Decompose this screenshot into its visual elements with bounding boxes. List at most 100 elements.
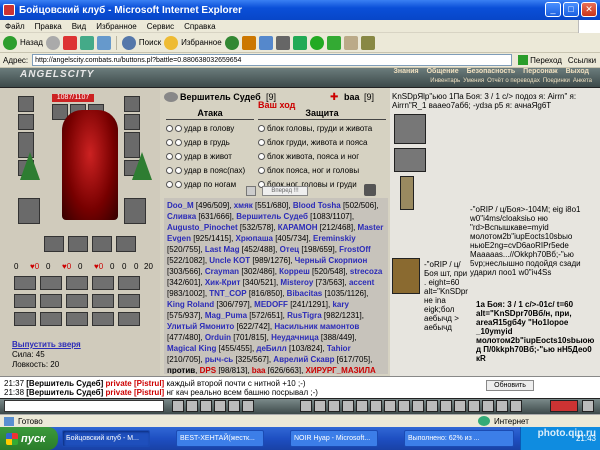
boots-slot-icon[interactable] <box>124 198 146 224</box>
defense-option[interactable]: блок головы, груди и живота <box>258 124 372 133</box>
favorites-button-label[interactable]: Избранное <box>181 38 222 47</box>
game-tool-icon[interactable] <box>440 400 452 412</box>
player-entry[interactable]: TNT_COP <box>209 289 246 298</box>
player-entry[interactable]: Неудачница <box>271 333 319 342</box>
search-button-label[interactable]: Поиск <box>139 38 161 47</box>
player-entry[interactable]: MEDOFF <box>254 300 288 309</box>
address-input[interactable]: http://angelscity.combats.ru/buttons.pl?… <box>32 54 513 66</box>
player-entry[interactable]: ХИРУРГ_МАЗИЛА <box>306 366 376 374</box>
messenger-icon[interactable] <box>326 35 341 50</box>
print-icon[interactable] <box>275 35 290 50</box>
edit-icon[interactable] <box>292 35 307 50</box>
menu-file[interactable]: Файл <box>0 22 30 31</box>
rune-slot-icon[interactable] <box>44 236 64 252</box>
attack-option[interactable]: удар в грудь <box>166 138 230 147</box>
game-tool-icon[interactable] <box>384 400 396 412</box>
media-icon[interactable] <box>224 35 239 50</box>
subnav-skills[interactable]: Умения <box>463 78 484 84</box>
home-icon[interactable] <box>96 35 111 50</box>
player-entry[interactable]: Mag_Puma <box>205 311 247 320</box>
bracer-slot-icon[interactable] <box>124 114 140 130</box>
game-tool-icon[interactable] <box>356 400 368 412</box>
player-entry[interactable]: Корреш <box>279 267 310 276</box>
helmet-slot-icon[interactable] <box>18 96 34 112</box>
attack-option[interactable]: удар в живот <box>166 152 232 161</box>
player-entry[interactable]: Ereminskiy <box>313 234 356 243</box>
spell-slot-icon[interactable] <box>66 276 88 290</box>
nav-character[interactable]: Персонаж <box>520 68 560 75</box>
chat-input[interactable] <box>4 400 164 412</box>
nav-social[interactable]: Общение <box>424 68 462 75</box>
player-entry[interactable]: DPS <box>200 366 216 374</box>
game-tool-icon[interactable] <box>398 400 410 412</box>
back-arrow-icon[interactable] <box>3 35 17 50</box>
spell-slot-icon[interactable] <box>92 294 114 308</box>
player-entry[interactable]: RusTigra <box>287 311 322 320</box>
history-icon[interactable] <box>241 35 256 50</box>
game-tool-icon[interactable] <box>370 400 382 412</box>
spell-slot-icon[interactable] <box>118 294 140 308</box>
player-entry[interactable]: strecoza <box>350 267 382 276</box>
player-entry[interactable]: Tahior <box>327 344 351 353</box>
toggle-checkbox[interactable] <box>246 186 256 196</box>
player-entry[interactable]: дeБилл <box>256 344 286 353</box>
player1-name[interactable]: Вершитель Судеб <box>180 92 261 102</box>
player-entry[interactable]: Orduin <box>205 333 231 342</box>
spell-slot-icon[interactable] <box>40 294 62 308</box>
game-tool-icon[interactable] <box>510 400 522 412</box>
start-button[interactable]: пуск <box>0 427 58 450</box>
player-entry[interactable]: Аврелий Скавр <box>273 355 334 364</box>
game-tool-icon[interactable] <box>468 400 480 412</box>
refresh-chat-button[interactable]: Обновить <box>486 380 534 391</box>
research-icon[interactable] <box>360 35 375 50</box>
rune-slot-icon[interactable] <box>68 236 88 252</box>
game-tool-icon[interactable] <box>496 400 508 412</box>
taskbar-item[interactable]: Бойцовский клуб - M... <box>62 430 150 447</box>
subnav-profile[interactable]: Анкета <box>573 78 592 84</box>
menu-tools[interactable]: Сервис <box>142 22 179 31</box>
subnav-duels[interactable]: Поединки <box>543 78 570 84</box>
forward-arrow-icon[interactable] <box>45 35 60 50</box>
attack-option[interactable]: удар в пояс(пах) <box>166 166 245 175</box>
game-tool-icon[interactable] <box>342 400 354 412</box>
amulet-slot-icon[interactable] <box>18 114 34 130</box>
player-entry[interactable]: King Roland <box>167 300 214 309</box>
minimize-button[interactable]: _ <box>545 2 561 17</box>
spell-slot-icon[interactable] <box>92 312 114 326</box>
exit-icon[interactable] <box>582 400 594 412</box>
maximize-button[interactable]: □ <box>563 2 579 17</box>
spell-slot-icon[interactable] <box>40 276 62 290</box>
chat-tool-icon[interactable] <box>228 400 240 412</box>
smile-icon[interactable] <box>172 400 184 412</box>
back-button-label[interactable]: Назад <box>20 38 43 47</box>
subnav-inventory[interactable]: Инвентарь <box>430 78 460 84</box>
icq-flower-icon[interactable] <box>309 35 324 50</box>
player-entry[interactable]: accent <box>349 278 374 287</box>
player-entry[interactable]: Хрюпаша <box>236 234 273 243</box>
refresh-icon[interactable] <box>79 35 94 50</box>
taskbar-item[interactable]: Выполнено: 62% из ... <box>404 430 514 447</box>
player-entry[interactable]: Misteroy <box>280 278 313 287</box>
player-entry[interactable]: Сливка <box>167 212 196 221</box>
player-entry[interactable]: Magical King <box>167 344 216 353</box>
menu-help[interactable]: Справка <box>179 22 220 31</box>
player-entry[interactable]: Crayman <box>205 267 239 276</box>
window-title-bar[interactable]: Бойцовский клуб - Microsoft Internet Exp… <box>0 0 600 20</box>
player-entry[interactable]: Blood Tosha <box>293 201 341 210</box>
spell-slot-icon[interactable] <box>14 294 36 308</box>
game-tool-icon[interactable] <box>314 400 326 412</box>
nav-security[interactable]: Безопасность <box>464 68 519 75</box>
player-entry[interactable]: хмяк <box>234 201 253 210</box>
player-entry[interactable]: Отец <box>280 245 300 254</box>
mail-icon[interactable] <box>258 35 273 50</box>
game-tool-icon[interactable] <box>454 400 466 412</box>
player-entry[interactable]: Черный Скорпион <box>295 256 368 265</box>
stop-icon[interactable] <box>62 35 77 50</box>
player-entry[interactable]: КАРАМОН <box>278 223 318 232</box>
search-icon[interactable] <box>121 35 136 50</box>
rune-slot-icon[interactable] <box>92 236 112 252</box>
player-entry[interactable]: baa <box>252 366 266 374</box>
player-entry[interactable]: Uncle KOT <box>209 256 250 265</box>
close-button[interactable]: ✕ <box>581 2 597 17</box>
player-entry[interactable]: рыч-сь <box>205 355 233 364</box>
